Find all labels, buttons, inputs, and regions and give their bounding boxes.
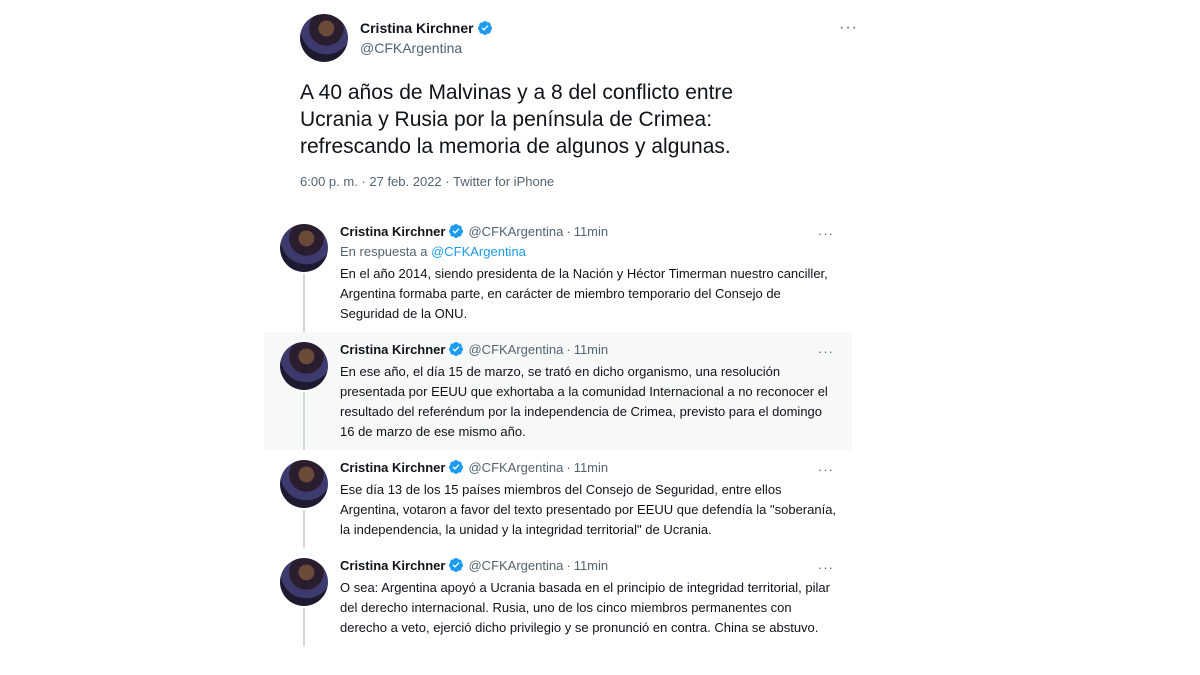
tweet-time[interactable]: 11min bbox=[574, 558, 608, 573]
tweet-text: O sea: Argentina apoyó a Ucrania basada … bbox=[340, 580, 830, 635]
more-options-icon[interactable]: ··· bbox=[818, 463, 834, 476]
tweet-source[interactable]: Twitter for iPhone bbox=[453, 174, 554, 189]
separator-dot: · bbox=[566, 557, 571, 573]
tweet-text: En el año 2014, siendo presidenta de la … bbox=[340, 266, 828, 321]
main-tweet: Cristina Kirchner @CFKArgentina ··· A 40… bbox=[300, 14, 860, 189]
more-options-icon[interactable]: ··· bbox=[818, 345, 834, 358]
avatar[interactable] bbox=[280, 224, 328, 272]
main-tweet-header: Cristina Kirchner @CFKArgentina ··· bbox=[300, 14, 860, 62]
author-handle[interactable]: @CFKArgentina bbox=[468, 460, 563, 475]
author-name[interactable]: Cristina Kirchner bbox=[340, 558, 445, 573]
mention-link[interactable]: @CFKArgentina bbox=[431, 244, 526, 259]
avatar[interactable] bbox=[280, 558, 328, 606]
separator-dot: · bbox=[566, 459, 571, 475]
reply-header: Cristina Kirchner @CFKArgentina · 11min bbox=[340, 222, 836, 240]
tweet-time[interactable]: 11min bbox=[574, 342, 608, 357]
avatar[interactable] bbox=[300, 14, 348, 62]
thread-connector bbox=[303, 392, 305, 450]
author-handle[interactable]: @CFKArgentina bbox=[468, 558, 563, 573]
in-reply-prefix: En respuesta a bbox=[340, 244, 432, 259]
more-options-icon[interactable]: ··· bbox=[818, 561, 834, 574]
thread-tweet[interactable]: ··· Cristina Kirchner @CFKArgentina · 11… bbox=[264, 214, 852, 332]
author-block: Cristina Kirchner @CFKArgentina bbox=[360, 18, 493, 58]
tweet-meta: 6:00 p. m. · 27 feb. 2022 · Twitter for … bbox=[300, 174, 860, 189]
author-name[interactable]: Cristina Kirchner bbox=[340, 460, 445, 475]
avatar[interactable] bbox=[280, 342, 328, 390]
more-options-icon[interactable]: ··· bbox=[818, 227, 834, 240]
author-name[interactable]: Cristina Kirchner bbox=[360, 18, 474, 38]
tweet-time[interactable]: 6:00 p. m. bbox=[300, 174, 358, 189]
avatar[interactable] bbox=[280, 460, 328, 508]
tweet-time[interactable]: 11min bbox=[574, 460, 608, 475]
author-handle[interactable]: @CFKArgentina bbox=[468, 224, 563, 239]
tweet-text: Ese día 13 de los 15 países miembros del… bbox=[340, 482, 837, 537]
author-name[interactable]: Cristina Kirchner bbox=[340, 342, 445, 357]
thread-connector bbox=[303, 274, 305, 332]
in-reply-to: En respuesta a @CFKArgentina bbox=[340, 244, 836, 260]
meta-separator: · bbox=[441, 174, 453, 189]
verified-badge-icon bbox=[449, 460, 464, 474]
separator-dot: · bbox=[566, 223, 571, 239]
verified-badge-icon bbox=[477, 21, 492, 35]
verified-badge-icon bbox=[449, 558, 464, 572]
author-name[interactable]: Cristina Kirchner bbox=[340, 224, 445, 239]
separator-dot: · bbox=[566, 341, 571, 357]
tweet-time[interactable]: 11min bbox=[574, 224, 608, 239]
author-handle[interactable]: @CFKArgentina bbox=[468, 342, 563, 357]
reply-header: Cristina Kirchner @CFKArgentina · 11min bbox=[340, 556, 836, 574]
tweet-text: En ese año, el día 15 de marzo, se trató… bbox=[340, 364, 828, 439]
thread-tweet[interactable]: ··· Cristina Kirchner @CFKArgentina · 11… bbox=[264, 548, 852, 646]
reply-header: Cristina Kirchner @CFKArgentina · 11min bbox=[340, 340, 836, 358]
thread-connector bbox=[303, 608, 305, 646]
tweet-date[interactable]: 27 feb. 2022 bbox=[369, 174, 441, 189]
verified-badge-icon bbox=[449, 342, 464, 356]
thread-connector bbox=[303, 510, 305, 548]
more-options-icon[interactable]: ··· bbox=[839, 20, 858, 36]
reply-header: Cristina Kirchner @CFKArgentina · 11min bbox=[340, 458, 836, 476]
meta-separator: · bbox=[357, 174, 370, 189]
verified-badge-icon bbox=[449, 224, 464, 238]
author-handle[interactable]: @CFKArgentina bbox=[360, 38, 493, 58]
thread-tweet[interactable]: ··· Cristina Kirchner @CFKArgentina · 11… bbox=[264, 450, 852, 548]
tweet-text: A 40 años de Malvinas y a 8 del conflict… bbox=[300, 81, 734, 158]
thread-tweet[interactable]: ··· Cristina Kirchner @CFKArgentina · 11… bbox=[264, 332, 852, 450]
thread: ··· Cristina Kirchner @CFKArgentina · 11… bbox=[264, 214, 852, 675]
